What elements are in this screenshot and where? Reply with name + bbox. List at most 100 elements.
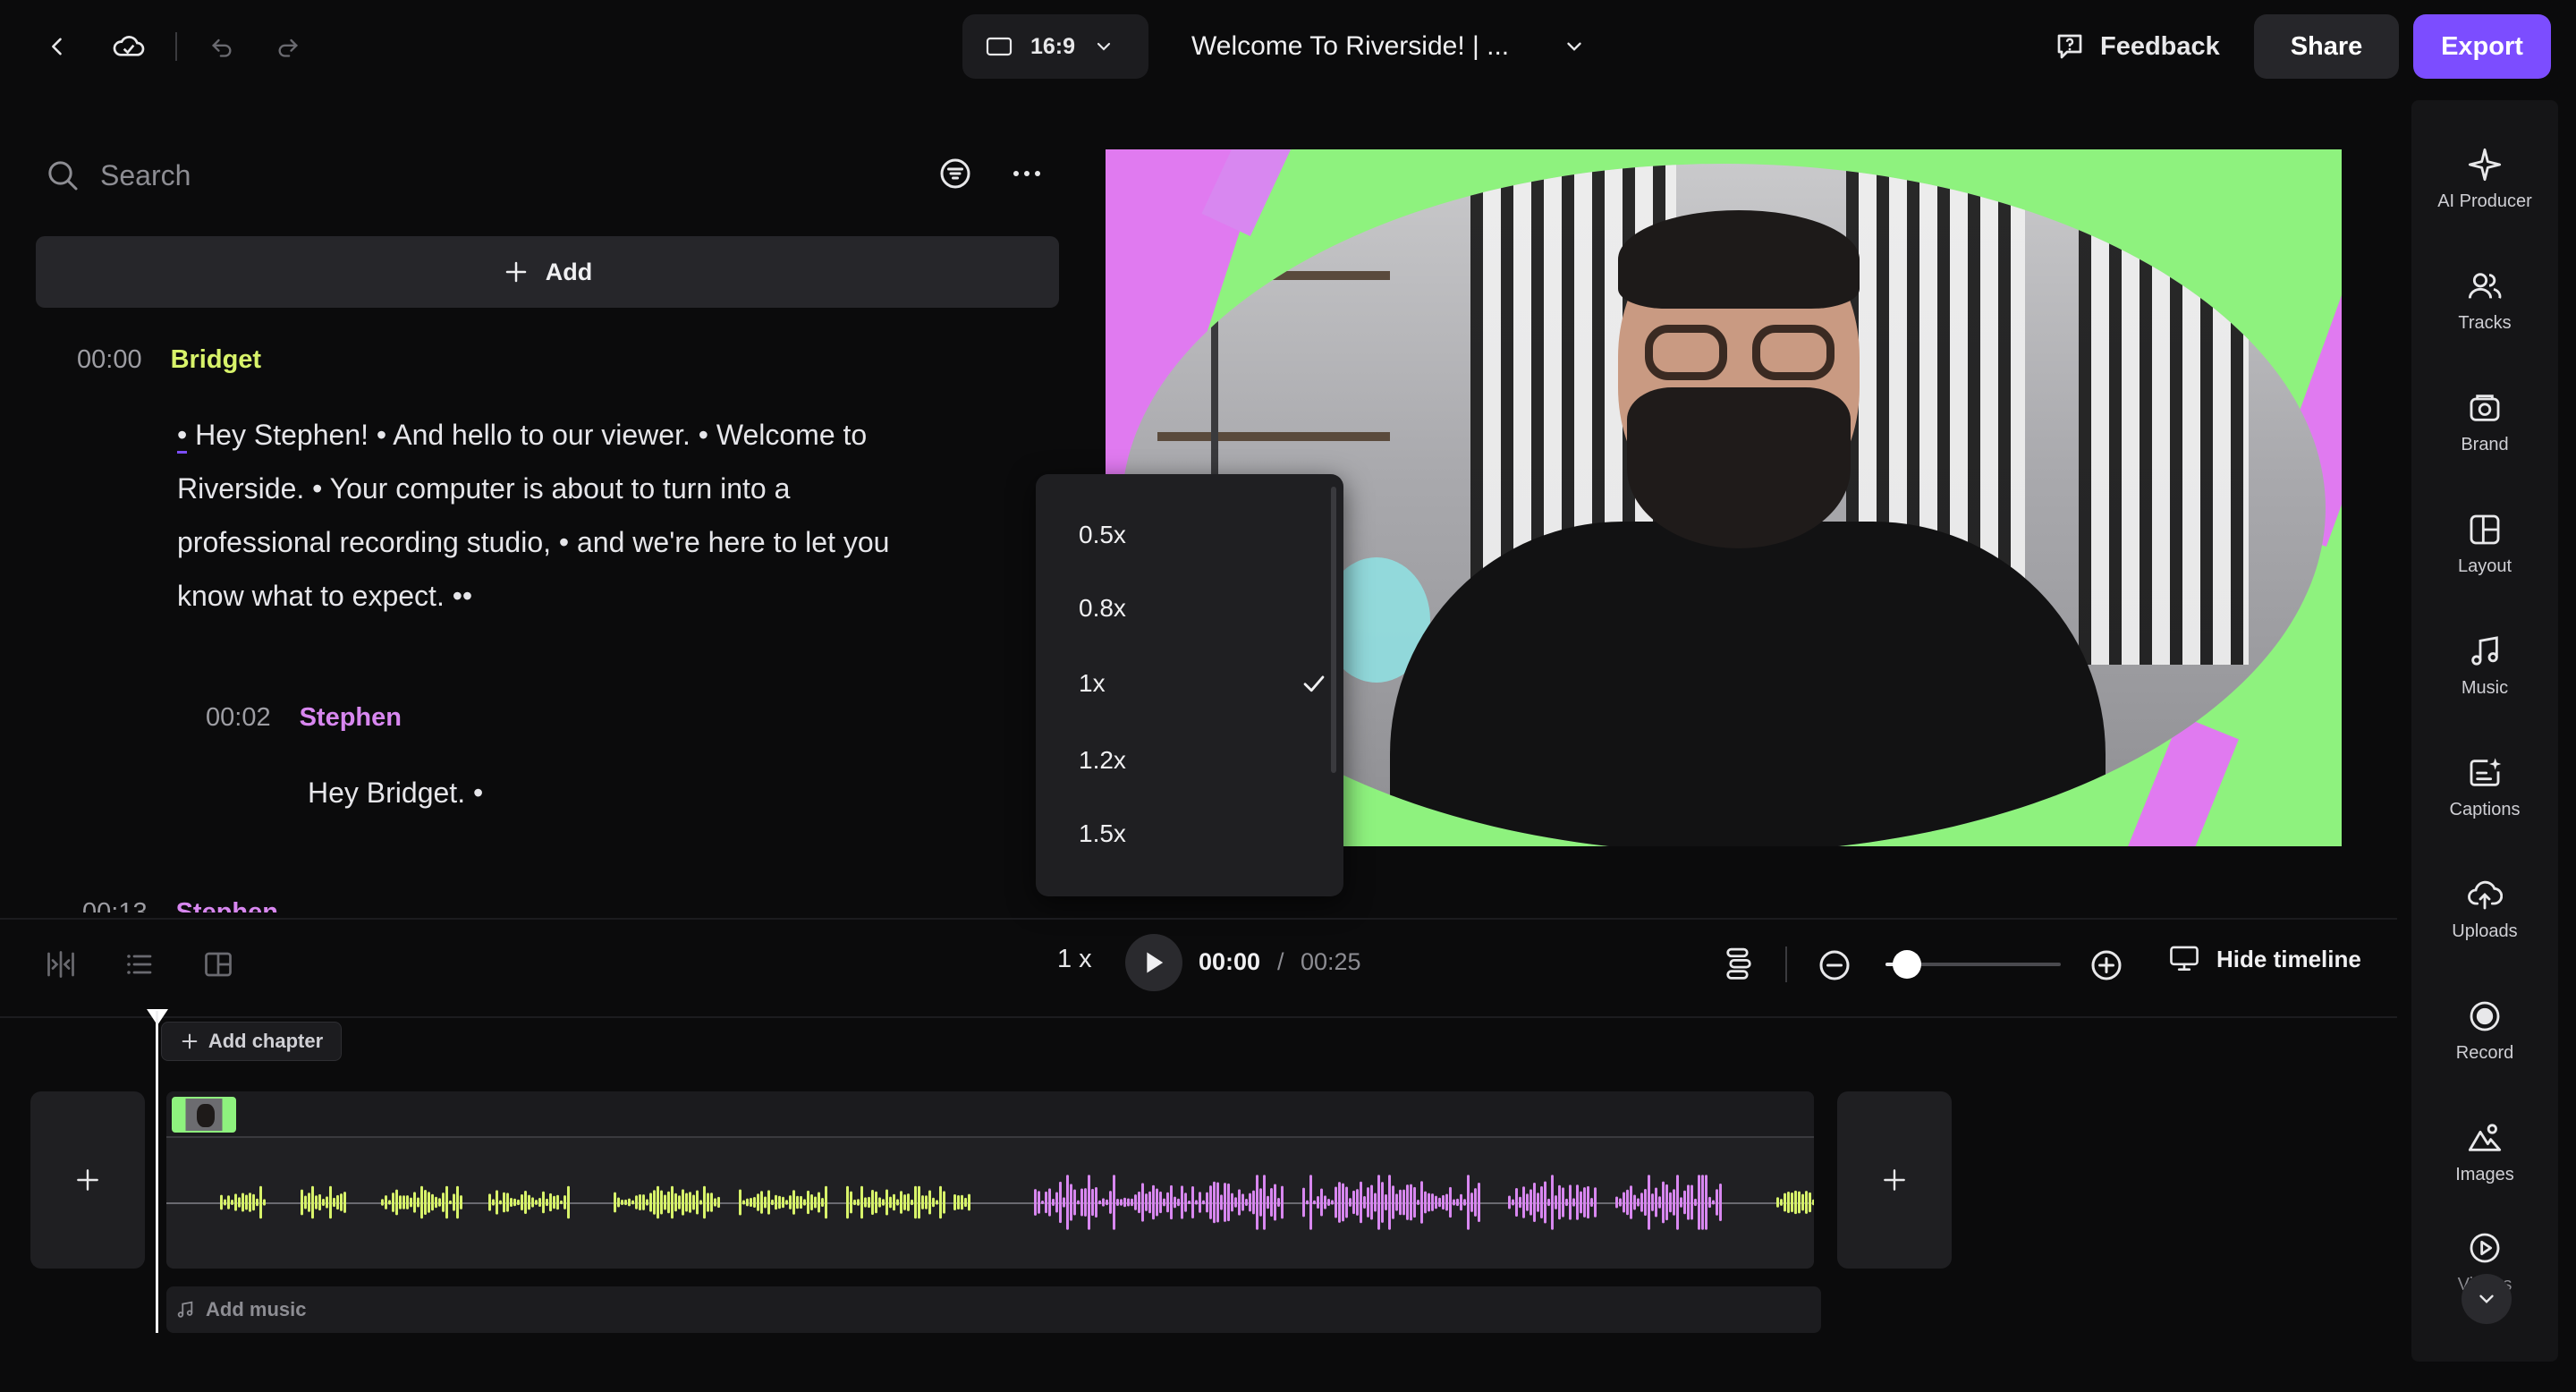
zoom-in-icon[interactable] — [2088, 946, 2125, 984]
sidebar-item-ai-producer[interactable]: AI Producer — [2411, 118, 2558, 240]
aspect-ratio-button[interactable]: 16:9 — [962, 14, 1148, 79]
chevron-down-icon — [1563, 35, 1586, 58]
undo-icon[interactable] — [202, 29, 242, 64]
sidebar-item-tracks[interactable]: Tracks — [2411, 240, 2558, 361]
segment-timestamp[interactable]: 00:02 — [206, 703, 271, 733]
waveform-bar — [1034, 1189, 1037, 1216]
play-button[interactable] — [1125, 934, 1182, 991]
add-music-track[interactable]: Add music — [166, 1286, 1821, 1333]
waveform-bar — [1619, 1198, 1622, 1207]
video-track[interactable] — [166, 1091, 1814, 1269]
fit-timeline-icon[interactable] — [1719, 945, 1758, 984]
waveform-bar — [564, 1195, 566, 1210]
waveform-bar — [1052, 1199, 1055, 1206]
waveform-bar — [682, 1189, 684, 1216]
zoom-out-icon[interactable] — [1816, 946, 1853, 984]
sidebar-item-images[interactable]: Images — [2411, 1091, 2558, 1213]
waveform-bar — [789, 1195, 792, 1210]
waveform-bar — [1428, 1193, 1430, 1212]
export-button[interactable]: Export — [2413, 14, 2551, 79]
zoom-slider-handle[interactable] — [1892, 950, 1921, 979]
segment-timestamp[interactable]: 00:13 — [82, 898, 148, 912]
video-icon — [2467, 1230, 2503, 1266]
speed-option[interactable]: 1.5x — [1079, 807, 1126, 861]
waveform-bar — [1399, 1189, 1402, 1216]
segment-timestamp[interactable]: 00:00 — [77, 345, 142, 375]
share-button[interactable]: Share — [2254, 14, 2399, 79]
add-clip-before-button[interactable] — [30, 1091, 145, 1269]
waveform-bar — [1098, 1200, 1101, 1205]
project-title-dropdown[interactable]: Welcome To Riverside! | ... — [1191, 14, 1586, 79]
speed-option[interactable]: 1.2x — [1079, 734, 1126, 787]
sidebar-item-uploads[interactable]: Uploads — [2411, 848, 2558, 970]
captions-icon — [2467, 755, 2503, 791]
waveform-bar — [1658, 1196, 1661, 1209]
waveform-bar — [1406, 1184, 1409, 1220]
waveform-bar — [1801, 1193, 1804, 1211]
more-options-icon[interactable] — [1007, 154, 1046, 193]
waveform-bar — [1131, 1198, 1133, 1207]
list-icon[interactable] — [122, 946, 157, 982]
clip-thumbnail — [172, 1097, 236, 1133]
split-icon[interactable] — [43, 946, 79, 982]
waveform-bar — [1059, 1181, 1062, 1224]
waveform-bar — [311, 1185, 314, 1219]
sidebar-item-brand[interactable]: Brand — [2411, 361, 2558, 483]
segment-text[interactable]: • Hey Stephen! • And hello to our viewer… — [177, 408, 946, 623]
segment-text-body[interactable]: Hey Stephen! • And hello to our viewer. … — [177, 419, 889, 612]
waveform-bar — [911, 1199, 913, 1206]
speed-option[interactable]: 0.5x — [1079, 508, 1126, 562]
add-button[interactable]: Add — [36, 236, 1059, 308]
speaker-name[interactable]: Stephen — [176, 898, 278, 912]
feedback-button[interactable]: Feedback — [2054, 14, 2220, 79]
controls-divider — [1785, 946, 1787, 982]
waveform-bar — [932, 1197, 935, 1208]
add-clip-after-button[interactable] — [1837, 1091, 1952, 1269]
sidebar-item-captions[interactable]: Captions — [2411, 726, 2558, 848]
sidebar-item-music[interactable]: Music — [2411, 605, 2558, 726]
text-cursor-word[interactable]: • — [177, 419, 188, 454]
right-sidebar: AI Producer Tracks Brand Layout Music Ca… — [2411, 100, 2558, 1362]
segment-text[interactable]: Hey Bridget. • — [308, 766, 934, 819]
waveform-bar — [907, 1193, 910, 1211]
waveform-bar — [231, 1199, 233, 1206]
speaker-name[interactable]: Stephen — [300, 703, 402, 733]
waveform-bar — [631, 1200, 634, 1205]
waveform-bar — [1360, 1181, 1362, 1224]
search-field[interactable]: Search — [45, 149, 191, 202]
waveform-bar — [1070, 1184, 1072, 1221]
waveform-bar — [1370, 1184, 1373, 1220]
playback-speed-button[interactable]: 1 x — [1057, 945, 1092, 974]
sidebar-item-layout[interactable]: Layout — [2411, 483, 2558, 605]
waveform-bar — [742, 1200, 745, 1205]
layout-panel-icon[interactable] — [200, 946, 236, 982]
speed-option-selected[interactable]: 1x — [1079, 657, 1325, 710]
hide-timeline-button[interactable]: Hide timeline — [2168, 945, 2361, 973]
waveform-bar — [1195, 1200, 1198, 1205]
waveform-bar — [453, 1193, 455, 1211]
waveform-bar — [1252, 1190, 1255, 1215]
filter-icon[interactable] — [936, 154, 975, 193]
redo-icon[interactable] — [268, 29, 308, 64]
speaker-name[interactable]: Bridget — [171, 345, 262, 375]
playhead[interactable] — [156, 1011, 158, 1333]
waveform-bar — [1106, 1199, 1108, 1206]
timeline-ruler[interactable] — [0, 1016, 2397, 1018]
waveform-bar — [535, 1200, 538, 1205]
waveform-bar — [1174, 1196, 1176, 1209]
time-separator: / — [1277, 948, 1284, 975]
back-icon[interactable] — [39, 29, 75, 64]
cloud-sync-icon[interactable] — [107, 27, 150, 66]
waveform-bar — [961, 1194, 963, 1210]
waveform-bar — [771, 1199, 774, 1206]
waveform-bar — [1148, 1191, 1151, 1214]
speed-option[interactable]: 0.8x — [1079, 581, 1126, 635]
sidebar-item-label: Music — [2461, 677, 2509, 698]
add-chapter-button[interactable]: Add chapter — [161, 1022, 342, 1061]
sidebar-item-record[interactable]: Record — [2411, 970, 2558, 1091]
waveform-bar — [893, 1193, 895, 1211]
scrollbar[interactable] — [1331, 487, 1336, 773]
waveform-bar — [1335, 1186, 1337, 1218]
waveform-bar — [1259, 1188, 1262, 1217]
sidebar-scroll-down-button[interactable] — [2462, 1274, 2512, 1324]
